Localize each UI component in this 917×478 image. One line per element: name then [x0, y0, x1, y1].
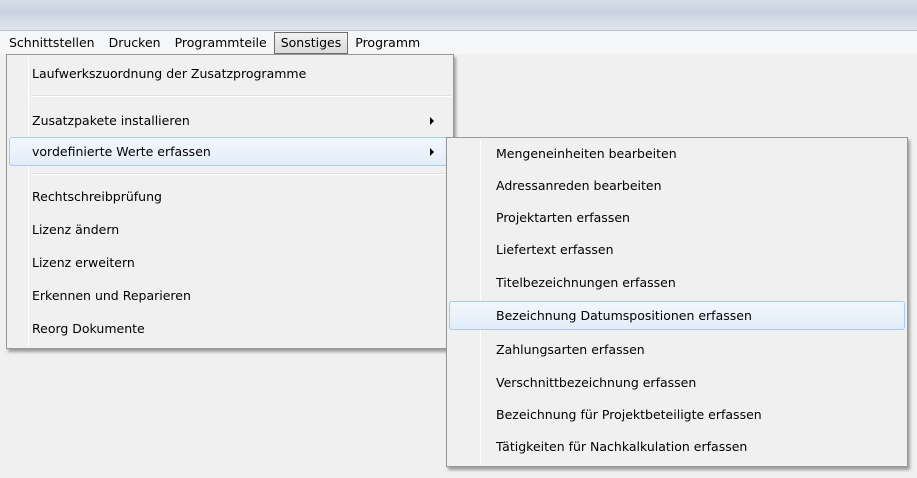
menu-item-label: Laufwerkszuordnung der Zusatzprogramme	[32, 66, 307, 81]
menu-item-nachkalkulation[interactable]: Tätigkeiten für Nachkalkulation erfassen	[449, 432, 905, 461]
menu-item-rechtschreibpruefung[interactable]: Rechtschreibprüfung	[9, 182, 451, 211]
submenu-arrow-icon	[430, 148, 434, 156]
menu-item-lizenz-erweitern[interactable]: Lizenz erweitern	[9, 248, 451, 277]
sonstiges-dropdown: Laufwerkszuordnung der Zusatzprogramme Z…	[6, 54, 454, 349]
menu-item-label: Mengeneinheiten bearbeiten	[496, 146, 677, 161]
menu-item-label: Adressanreden bearbeiten	[496, 178, 662, 193]
menu-item-label: Erkennen und Reparieren	[32, 288, 191, 303]
window-title-strip	[0, 0, 917, 30]
menu-bar: Schnittstellen Drucken Programmteile Son…	[0, 30, 917, 54]
menu-item-mengeneinheiten[interactable]: Mengeneinheiten bearbeiten	[449, 139, 905, 168]
menu-item-label: Lizenz ändern	[32, 222, 120, 237]
menu-item-lizenz-aendern[interactable]: Lizenz ändern	[9, 215, 451, 244]
menu-item-liefertext[interactable]: Liefertext erfassen	[449, 235, 905, 264]
menu-item-label: vordefinierte Werte erfassen	[32, 144, 211, 159]
menu-item-zahlungsarten[interactable]: Zahlungsarten erfassen	[449, 335, 905, 364]
menu-item-zusatzpakete[interactable]: Zusatzpakete installieren	[9, 106, 451, 135]
submenu-arrow-icon	[430, 117, 434, 125]
menu-item-label: Tätigkeiten für Nachkalkulation erfassen	[496, 439, 748, 454]
menu-item-label: Lizenz erweitern	[32, 255, 135, 270]
menu-item-label: Rechtschreibprüfung	[32, 189, 162, 204]
menu-programmteile[interactable]: Programmteile	[168, 32, 274, 54]
menu-item-projektbeteiligte[interactable]: Bezeichnung für Projektbeteiligte erfass…	[449, 400, 905, 429]
menu-item-label: Titelbezeichnungen erfassen	[496, 275, 676, 290]
menu-item-vordefinierte-werte[interactable]: vordefinierte Werte erfassen	[9, 137, 451, 166]
menu-item-label: Projektarten erfassen	[496, 210, 630, 225]
menu-item-label: Liefertext erfassen	[496, 242, 614, 257]
menu-separator	[31, 95, 451, 97]
menu-item-laufwerkszuordnung[interactable]: Laufwerkszuordnung der Zusatzprogramme	[9, 59, 451, 88]
menu-item-verschnittbezeichnung[interactable]: Verschnittbezeichnung erfassen	[449, 368, 905, 397]
menu-sonstiges[interactable]: Sonstiges	[273, 31, 349, 54]
menu-item-adressanreden[interactable]: Adressanreden bearbeiten	[449, 171, 905, 200]
menu-item-label: Reorg Dokumente	[32, 321, 145, 336]
menu-item-erkennen-reparieren[interactable]: Erkennen und Reparieren	[9, 281, 451, 310]
menu-drucken[interactable]: Drucken	[102, 32, 168, 54]
menu-item-label: Bezeichnung Datumspositionen erfassen	[496, 308, 752, 323]
menu-item-label: Zahlungsarten erfassen	[496, 342, 645, 357]
menu-item-datumspositionen[interactable]: Bezeichnung Datumspositionen erfassen	[449, 301, 905, 330]
menu-item-label: Zusatzpakete installieren	[32, 113, 190, 128]
menu-item-projektarten[interactable]: Projektarten erfassen	[449, 203, 905, 232]
menu-item-label: Verschnittbezeichnung erfassen	[496, 375, 697, 390]
menu-schnittstellen[interactable]: Schnittstellen	[2, 32, 102, 54]
vordefinierte-werte-submenu: Mengeneinheiten bearbeiten Adressanreden…	[446, 137, 908, 467]
menu-separator	[31, 173, 451, 175]
menu-item-label: Bezeichnung für Projektbeteiligte erfass…	[496, 407, 762, 422]
menu-item-titelbezeichnungen[interactable]: Titelbezeichnungen erfassen	[449, 268, 905, 297]
menu-programm[interactable]: Programm	[348, 32, 427, 54]
menu-item-reorg-dokumente[interactable]: Reorg Dokumente	[9, 314, 451, 343]
